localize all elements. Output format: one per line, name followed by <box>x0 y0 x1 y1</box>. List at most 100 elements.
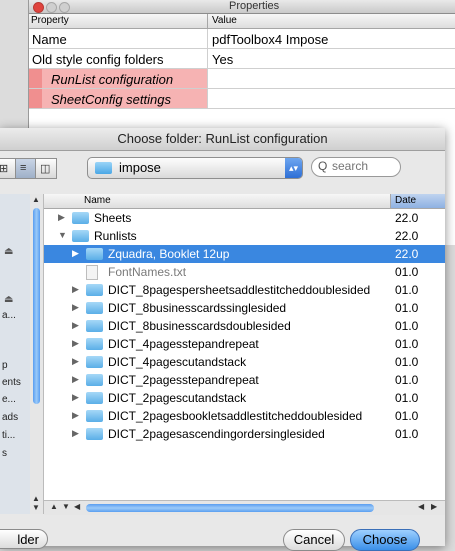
scroll-down-arrow-icon[interactable]: ▼ <box>62 502 70 511</box>
column-view-button[interactable]: ◫ <box>35 158 57 179</box>
file-list-row[interactable]: ▶ Sheets 22.0 <box>44 209 445 227</box>
file-list-row[interactable]: ▶ DICT_2pagesbookletsaddlestitcheddoubles… <box>44 407 445 425</box>
scroll-up-arrow-icon[interactable]: ▲ <box>50 502 58 511</box>
sidebar-item[interactable]: p <box>2 360 8 371</box>
document-icon <box>86 265 98 280</box>
column-divider <box>207 89 208 108</box>
disclosure-triangle-icon[interactable]: ▶ <box>72 374 79 385</box>
search-input[interactable] <box>332 159 396 173</box>
file-name: DICT_2pagesstepandrepeat <box>108 373 259 387</box>
disclosure-triangle-icon[interactable]: ▶ <box>72 284 79 295</box>
column-divider <box>207 29 208 48</box>
name-column-header[interactable]: Name <box>84 195 111 206</box>
icon-view-button[interactable]: ⊞ <box>0 158 16 179</box>
sidebar-item[interactable]: e... <box>2 394 16 405</box>
file-date: 01.0 <box>395 301 419 315</box>
sidebar-scrollbar[interactable]: ▲ ▲ ▼ <box>30 194 44 514</box>
property-row-runlist-configuration[interactable]: RunList configuration <box>29 69 455 89</box>
new-folder-button[interactable]: lder <box>0 529 48 549</box>
scroll-up-arrow-icon[interactable]: ▲ <box>32 195 40 204</box>
property-key: SheetConfig settings <box>51 92 171 107</box>
date-column-header[interactable]: Date <box>390 194 445 208</box>
close-window-icon[interactable] <box>33 2 44 13</box>
file-date: 22.0 <box>395 211 419 225</box>
file-name: Sheets <box>94 211 132 225</box>
disclosure-triangle-icon[interactable]: ▼ <box>58 230 67 240</box>
column-view-icon: ◫ <box>40 163 51 175</box>
folder-icon <box>86 392 103 404</box>
folder-icon <box>86 248 103 260</box>
file-date: 01.0 <box>395 409 419 423</box>
disclosure-triangle-icon[interactable]: ▶ <box>58 212 65 223</box>
cancel-button[interactable]: Cancel <box>283 529 345 551</box>
file-name: DICT_8businesscardsdoublesided <box>108 319 291 333</box>
scroll-right-arrow-icon[interactable]: ▶ <box>431 502 437 511</box>
scroll-down-arrow-icon[interactable]: ▼ <box>32 503 40 512</box>
disclosure-triangle-icon[interactable]: ▶ <box>72 392 79 403</box>
sidebar-item[interactable]: ads <box>2 412 18 423</box>
sidebar-item[interactable]: a... <box>2 310 16 321</box>
file-list-row[interactable]: ▶ DICT_2pagescutandstack 01.0 <box>44 389 445 407</box>
disclosure-triangle-icon[interactable]: ▶ <box>72 338 79 349</box>
minimize-window-icon[interactable] <box>46 2 57 13</box>
zoom-window-icon[interactable] <box>59 2 70 13</box>
file-list-row[interactable]: ▶ DICT_2pagesascendingordersinglesided 01.… <box>44 425 445 443</box>
value-column-header[interactable]: Value <box>212 15 237 26</box>
scroll-left-arrow-icon[interactable]: ◀ <box>74 502 80 511</box>
property-column-header[interactable]: Property <box>31 15 69 26</box>
folder-icon <box>86 410 103 422</box>
file-browser-list: Name Date ▶ Sheets 22.0 ▼ Runlists 22.0 ▶ Zquad… <box>44 194 445 500</box>
disclosure-triangle-icon[interactable]: ▶ <box>72 410 79 421</box>
file-list-row[interactable]: ▼ Runlists 22.0 <box>44 227 445 245</box>
file-list-row[interactable]: ▶ DICT_4pagescutandstack 01.0 <box>44 353 445 371</box>
property-row-old-style-config[interactable]: Old style config folders Yes <box>29 49 455 69</box>
disclosure-triangle-icon[interactable]: ▶ <box>72 356 79 367</box>
eject-icon[interactable]: ⏏ <box>4 246 13 257</box>
folder-icon <box>86 320 103 332</box>
file-date: 01.0 <box>395 319 419 333</box>
property-value[interactable]: pdfToolbox4 Impose <box>212 32 328 47</box>
disclosure-triangle-icon[interactable]: ▶ <box>72 320 79 331</box>
file-date: 01.0 <box>395 355 419 369</box>
property-row-name[interactable]: Name pdfToolbox4 Impose <box>29 29 455 49</box>
file-name: Runlists <box>94 229 137 243</box>
search-field[interactable]: Q <box>311 157 401 177</box>
sidebar-item[interactable]: s <box>2 448 7 459</box>
file-name: DICT_2pagesascendingordersinglesided <box>108 427 325 441</box>
file-list-row[interactable]: ▶ DICT_8businesscardssinglesided 01.0 <box>44 299 445 317</box>
horizontal-scroll-thumb[interactable] <box>86 504 374 512</box>
property-value[interactable]: Yes <box>212 52 233 67</box>
file-list-row[interactable]: ▶ DICT_8pagespersheetsaddlestitcheddouble… <box>44 281 445 299</box>
folder-location-popup[interactable]: impose ▴▾ <box>87 157 303 179</box>
date-header-label: Date <box>395 195 417 206</box>
dialog-title: Choose folder: RunList configuration <box>0 128 445 151</box>
properties-column-header: Property Value <box>29 14 455 29</box>
horizontal-scrollbar[interactable]: ▲ ▼ ◀ ◀ ▶ <box>44 500 445 515</box>
folder-icon <box>86 374 103 386</box>
choose-button[interactable]: Choose <box>350 529 420 551</box>
file-list-row[interactable]: ▶ DICT_4pagesstepandrepeat 01.0 <box>44 335 445 353</box>
sidebar-item[interactable]: ti... <box>2 430 15 441</box>
scroll-up-arrow-icon[interactable]: ▲ <box>32 494 40 503</box>
file-list-row[interactable]: ▶ DICT_8businesscardsdoublesided 01.0 <box>44 317 445 335</box>
list-view-button[interactable]: ≡ <box>15 158 36 179</box>
file-date: 01.0 <box>395 373 419 387</box>
scroll-left-arrow-icon[interactable]: ◀ <box>418 502 424 511</box>
sidebar-scroll-thumb[interactable] <box>33 208 40 404</box>
properties-titlebar: Properties <box>29 0 455 14</box>
file-name: FontNames.txt <box>108 265 187 279</box>
sidebar-item[interactable]: ents <box>2 377 21 388</box>
file-list-row[interactable]: ▶ Zquadra, Booklet 12up 22.0 <box>44 245 445 263</box>
disclosure-triangle-icon[interactable]: ▶ <box>72 302 79 313</box>
disclosure-triangle-icon[interactable]: ▶ <box>72 248 79 259</box>
property-row-sheetconfig-settings[interactable]: SheetConfig settings <box>29 89 455 109</box>
eject-icon[interactable]: ⏏ <box>4 294 13 305</box>
file-name: DICT_4pagescutandstack <box>108 355 247 369</box>
properties-title: Properties <box>229 0 280 12</box>
disclosure-triangle-icon[interactable]: ▶ <box>72 428 79 439</box>
file-list-row[interactable]: ▶ DICT_2pagesstepandrepeat 01.0 <box>44 371 445 389</box>
icon-view-icon: ⊞ <box>0 163 9 175</box>
folder-icon <box>86 338 103 350</box>
popup-arrows-icon: ▴▾ <box>285 158 302 178</box>
file-list-row[interactable]: FontNames.txt 01.0 <box>44 263 445 281</box>
